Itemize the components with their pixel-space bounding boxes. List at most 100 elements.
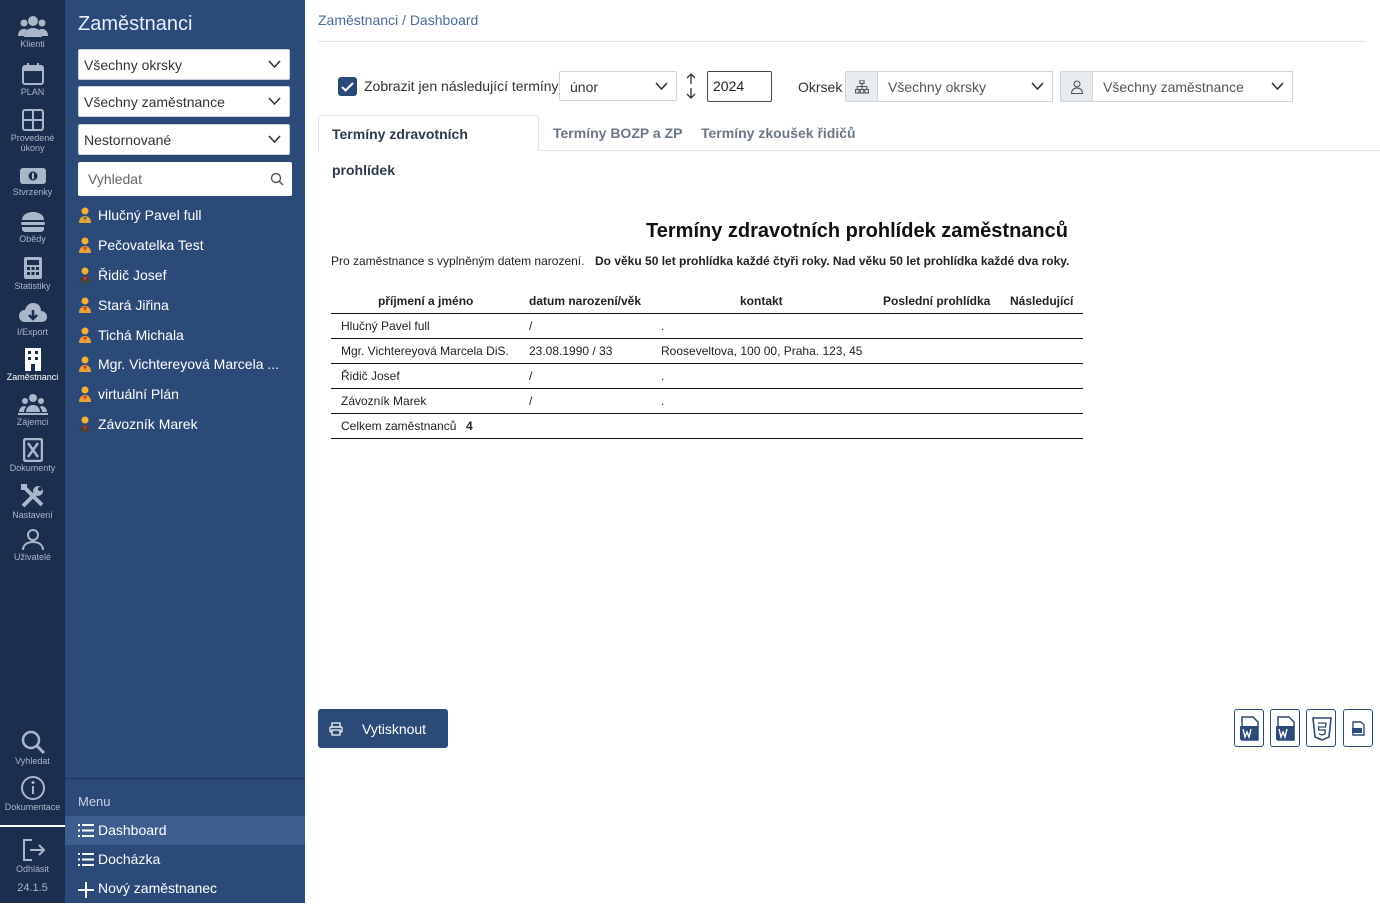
rail-logout[interactable]: Odhlásit bbox=[0, 837, 65, 874]
employee-item[interactable]: Hlučný Pavel full bbox=[78, 207, 202, 227]
employee-name: Mgr. Vichtereyová Marcela ... bbox=[98, 356, 280, 372]
rail-item-obedy[interactable]: Obědy bbox=[0, 211, 65, 244]
person-icon bbox=[79, 416, 91, 432]
cell-name: Závozník Marek bbox=[341, 394, 427, 408]
report-rule: Do věku 50 let prohlídka každé čtyři rok… bbox=[595, 254, 1070, 268]
rail-search[interactable]: Vyhledat bbox=[0, 729, 65, 766]
rail-docs[interactable]: Dokumentace bbox=[0, 775, 65, 812]
rail-label: I/Export bbox=[16, 327, 48, 337]
sidebar-search-placeholder: Vyhledat bbox=[88, 171, 142, 187]
export-pdf-button[interactable] bbox=[1343, 709, 1373, 747]
cell-birth: / bbox=[529, 319, 533, 333]
sidebar-title: Zaměstnanci bbox=[78, 13, 193, 35]
export-word-button[interactable] bbox=[1234, 709, 1264, 747]
breadcrumb[interactable]: Zaměstnanci / Dashboard bbox=[318, 12, 478, 28]
menu-item-label: Docházka bbox=[98, 851, 161, 867]
only-upcoming-checkbox[interactable] bbox=[338, 77, 357, 96]
pdf-icon bbox=[1352, 721, 1365, 736]
rail-divider bbox=[0, 825, 65, 827]
cloud-download-icon bbox=[18, 303, 47, 322]
cell-contact: . bbox=[661, 319, 665, 333]
rail-item-iexport[interactable]: I/Export bbox=[0, 302, 65, 337]
district-label: Okrsek bbox=[798, 79, 843, 95]
rail-item-plan[interactable]: PLAN bbox=[0, 62, 65, 97]
report-note: Pro zaměstnance s vyplněným datem naroze… bbox=[331, 254, 585, 268]
plus-icon bbox=[78, 882, 94, 898]
report-title-text: Termíny zdravotních prohlídek zaměstnanc… bbox=[646, 220, 1068, 242]
rail-label: Nastavení bbox=[12, 510, 53, 520]
rail-item-provedene-ukony[interactable]: Provedené úkony bbox=[0, 108, 65, 153]
employee-item[interactable]: Pečovatelka Test bbox=[78, 237, 204, 257]
logout-icon bbox=[22, 839, 45, 861]
state-filter-select[interactable]: Nestornované bbox=[78, 124, 290, 155]
employee-select[interactable]: Všechny zaměstnance bbox=[1093, 71, 1293, 102]
person-icon bbox=[79, 267, 91, 283]
menu-item-dashboard[interactable]: Dashboard bbox=[65, 816, 305, 845]
print-label: Vytisknout bbox=[362, 721, 427, 737]
document-icon bbox=[22, 438, 43, 462]
menu-item-label: Nový zaměstnanec bbox=[98, 880, 218, 896]
tab-zkousky-ridicu[interactable]: Termíny zkoušek řidičů bbox=[688, 115, 869, 151]
word-icon bbox=[1240, 716, 1259, 741]
rail-item-statistiky[interactable]: Statistiky bbox=[0, 256, 65, 291]
column-header: Poslední prohlídka bbox=[883, 294, 991, 308]
table-row: Řidič Josef / . bbox=[331, 363, 1083, 389]
column-header: příjmení a jméno bbox=[378, 294, 474, 308]
employee-filter-select[interactable]: Všechny zaměstnance bbox=[78, 86, 290, 117]
report-title: Termíny zdravotních prohlídek zaměstnanc… bbox=[305, 220, 1380, 243]
table-row: Mgr. Vichtereyová Marcela DiS. 23.08.199… bbox=[331, 338, 1083, 364]
rail-item-stvrzenky[interactable]: Stvrzenky bbox=[0, 166, 65, 197]
district-select[interactable]: Všechny okrsky bbox=[878, 71, 1053, 102]
calendar-icon bbox=[21, 63, 44, 85]
chevron-down-icon bbox=[1271, 82, 1284, 91]
up-down-arrows-icon bbox=[686, 73, 696, 99]
employee-item[interactable]: Stará Jiřina bbox=[78, 297, 169, 317]
rail-item-zamestnanci[interactable]: Zaměstnanci bbox=[0, 347, 65, 382]
employee-item[interactable]: virtuální Plán bbox=[78, 386, 179, 406]
user-icon bbox=[21, 529, 44, 551]
employee-item[interactable]: Závozník Marek bbox=[78, 416, 198, 436]
rail-label: Statistiky bbox=[14, 281, 51, 291]
tab-zdravotni-prohlidky[interactable]: Termíny zdravotních prohlídek bbox=[318, 115, 539, 178]
employee-item[interactable]: Mgr. Vichtereyová Marcela ... bbox=[78, 356, 279, 376]
rail-label: Stvrzenky bbox=[12, 187, 53, 197]
state-filter-value: Nestornované bbox=[84, 132, 172, 148]
person-icon bbox=[79, 237, 91, 253]
menu-item-dochazka[interactable]: Docházka bbox=[65, 845, 305, 874]
only-upcoming-label: Zobrazit jen následující termíny bbox=[364, 78, 559, 94]
rail-label: Dokumentace bbox=[4, 802, 61, 812]
column-header: datum narození/věk bbox=[529, 294, 642, 308]
month-select[interactable]: únor bbox=[559, 71, 677, 101]
district-filter-select[interactable]: Všechny okrsky bbox=[78, 49, 290, 80]
rail-item-zajemci[interactable]: Zájemci bbox=[0, 392, 65, 427]
employee-item[interactable]: Řidič Josef bbox=[78, 267, 166, 287]
grid-icon bbox=[21, 109, 44, 131]
export-word-button[interactable] bbox=[1270, 709, 1300, 747]
export-html-button[interactable] bbox=[1306, 709, 1336, 747]
print-button[interactable]: Vytisknout bbox=[318, 709, 448, 748]
rail-label: Uživatelé bbox=[13, 552, 51, 562]
chevron-down-icon bbox=[268, 135, 281, 144]
rail-label: Provedené úkony bbox=[10, 133, 55, 153]
divider bbox=[318, 41, 1366, 42]
cell-birth: / bbox=[529, 394, 533, 408]
menu-item-novy-zamestnanec[interactable]: Nový zaměstnanec bbox=[65, 874, 305, 903]
chevron-down-icon bbox=[1031, 82, 1044, 91]
rail-label: Klienti bbox=[20, 39, 45, 49]
rail-item-klienti[interactable]: Klienti bbox=[0, 14, 65, 49]
column-header: kontakt bbox=[740, 294, 783, 308]
year-stepper[interactable] bbox=[685, 72, 697, 105]
person-icon bbox=[79, 386, 91, 402]
year-input[interactable]: 2024 bbox=[707, 71, 772, 102]
total-value: 4 bbox=[466, 419, 473, 433]
rail-item-uzivatele[interactable]: Uživatelé bbox=[0, 529, 65, 562]
money-icon bbox=[19, 168, 46, 184]
sidebar-search-input[interactable]: Vyhledat bbox=[78, 162, 292, 196]
chevron-down-icon bbox=[268, 97, 281, 106]
tab-bozp[interactable]: Termíny BOZP a ZP bbox=[540, 115, 695, 151]
employee-item[interactable]: Tichá Michala bbox=[78, 327, 184, 347]
rail-item-dokumenty[interactable]: Dokumenty bbox=[0, 438, 65, 473]
html5-icon bbox=[1312, 717, 1332, 741]
employee-value: Všechny zaměstnance bbox=[1103, 79, 1244, 95]
rail-item-nastaveni[interactable]: Nastavení bbox=[0, 483, 65, 520]
